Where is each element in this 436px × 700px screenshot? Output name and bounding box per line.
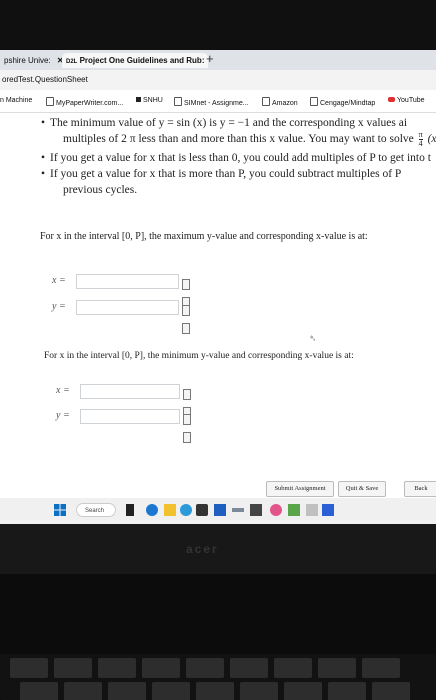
key	[64, 682, 102, 700]
key	[328, 682, 366, 700]
key	[196, 682, 234, 700]
max-y-input[interactable]	[76, 300, 179, 315]
keyboard	[0, 574, 436, 700]
bookmark-mypaperwriter[interactable]: MyPaperWriter.com...	[46, 97, 123, 107]
fraction: π 4	[418, 130, 423, 148]
max-x-input[interactable]	[76, 274, 179, 289]
key	[372, 682, 410, 700]
max-y-label: y =	[52, 301, 66, 312]
laptop-screen-photo: pshire Unive: ✕ D2L Project One Guidelin…	[0, 0, 436, 700]
screen-bezel-top	[0, 0, 436, 50]
key	[318, 658, 356, 678]
page-icon	[262, 97, 270, 106]
bookmark-amazon[interactable]: Amazon	[262, 97, 298, 107]
file-explorer-icon[interactable]	[164, 504, 176, 516]
laptop-logo: acer	[186, 542, 219, 556]
app-icon[interactable]	[306, 504, 318, 516]
math-editor-icon[interactable]	[183, 412, 199, 443]
key	[10, 658, 48, 678]
bullet-dot: •	[41, 152, 46, 164]
page-icon	[310, 97, 318, 106]
bookmarks-bar: n Machine MyPaperWriter.com... SNHU SIMn…	[0, 90, 436, 113]
key	[54, 658, 92, 678]
tab-snhu[interactable]: pshire Unive: ✕	[0, 53, 66, 68]
hint-item-continued: multiples of 2 π less than and more than…	[63, 130, 436, 148]
browser-tab-bar: pshire Unive: ✕ D2L Project One Guidelin…	[0, 50, 436, 70]
key	[274, 658, 312, 678]
key	[98, 658, 136, 678]
tab-label: Project One Guidelines and Rub:	[79, 56, 205, 65]
hint-item: • If you get a value for x that is more …	[41, 168, 402, 180]
math-editor-icon[interactable]	[183, 387, 199, 418]
key	[20, 682, 58, 700]
app-icon[interactable]	[250, 504, 262, 516]
key	[230, 658, 268, 678]
key	[108, 682, 146, 700]
square-icon	[136, 97, 141, 102]
store-icon[interactable]	[214, 504, 226, 516]
hint-item: • If you get a value for x that is less …	[41, 152, 431, 164]
min-y-label: y =	[56, 410, 70, 421]
mouse-cursor-icon: ➴	[309, 333, 317, 343]
key	[186, 658, 224, 678]
bookmark-simnet[interactable]: SIMnet - Assignme...	[174, 97, 249, 107]
new-tab-button[interactable]: +	[206, 51, 214, 66]
bookmark-youtube[interactable]: YouTube	[388, 97, 425, 104]
hint-item: • The minimum value of y = sin (x) is y …	[41, 117, 408, 129]
youtube-icon	[388, 97, 395, 102]
app-icon[interactable]	[322, 504, 334, 516]
max-prompt: For x in the interval [0, P], the maximu…	[40, 231, 368, 242]
app-icon[interactable]	[196, 504, 208, 516]
hint-item-continued: previous cycles.	[63, 184, 138, 196]
app-icon[interactable]	[288, 504, 300, 516]
edge-icon[interactable]	[146, 504, 158, 516]
max-x-label: x =	[52, 275, 66, 286]
key	[152, 682, 190, 700]
min-y-input[interactable]	[80, 409, 180, 424]
windows-taskbar: Search	[0, 498, 436, 524]
screen-bezel-bottom: acer	[0, 524, 436, 574]
bullet-dot: •	[41, 168, 46, 180]
submit-assignment-button[interactable]: Submit Assignment	[266, 481, 334, 497]
page-icon	[174, 97, 182, 106]
key	[362, 658, 400, 678]
bookmark-machine[interactable]: n Machine	[0, 97, 32, 104]
key	[240, 682, 278, 700]
key	[142, 658, 180, 678]
back-button[interactable]: Back	[404, 481, 436, 497]
app-icon[interactable]	[232, 508, 244, 512]
math-editor-icon[interactable]	[182, 303, 198, 334]
question-page: • The minimum value of y = sin (x) is y …	[0, 113, 436, 498]
d2l-icon: D2L	[66, 59, 78, 65]
taskbar-search[interactable]: Search	[76, 503, 116, 517]
min-prompt: For x in the interval [0, P], the minimu…	[44, 351, 354, 361]
url-text: oredTest.QuestionSheet	[2, 75, 88, 84]
page-icon	[46, 97, 54, 106]
min-x-label: x =	[56, 385, 70, 396]
min-x-input[interactable]	[80, 384, 180, 399]
windows-start-icon[interactable]	[54, 504, 66, 516]
address-bar[interactable]: oredTest.QuestionSheet	[0, 70, 436, 90]
tab-project-one[interactable]: D2L Project One Guidelines and Rub: ✕	[62, 53, 208, 68]
chrome-like-icon[interactable]	[180, 504, 192, 516]
math-editor-icon[interactable]	[182, 277, 198, 308]
app-icon[interactable]	[270, 504, 282, 516]
bullet-dot: •	[41, 117, 46, 129]
hint-list: • The minimum value of y = sin (x) is y …	[41, 115, 436, 198]
tab-label: pshire Unive:	[4, 56, 51, 65]
task-view-icon[interactable]	[126, 504, 134, 516]
key	[284, 682, 322, 700]
bookmark-cengage[interactable]: Cengage/Mindtap	[310, 97, 375, 107]
bookmark-snhu[interactable]: SNHU	[136, 97, 163, 104]
quit-save-button[interactable]: Quit & Save	[338, 481, 386, 497]
